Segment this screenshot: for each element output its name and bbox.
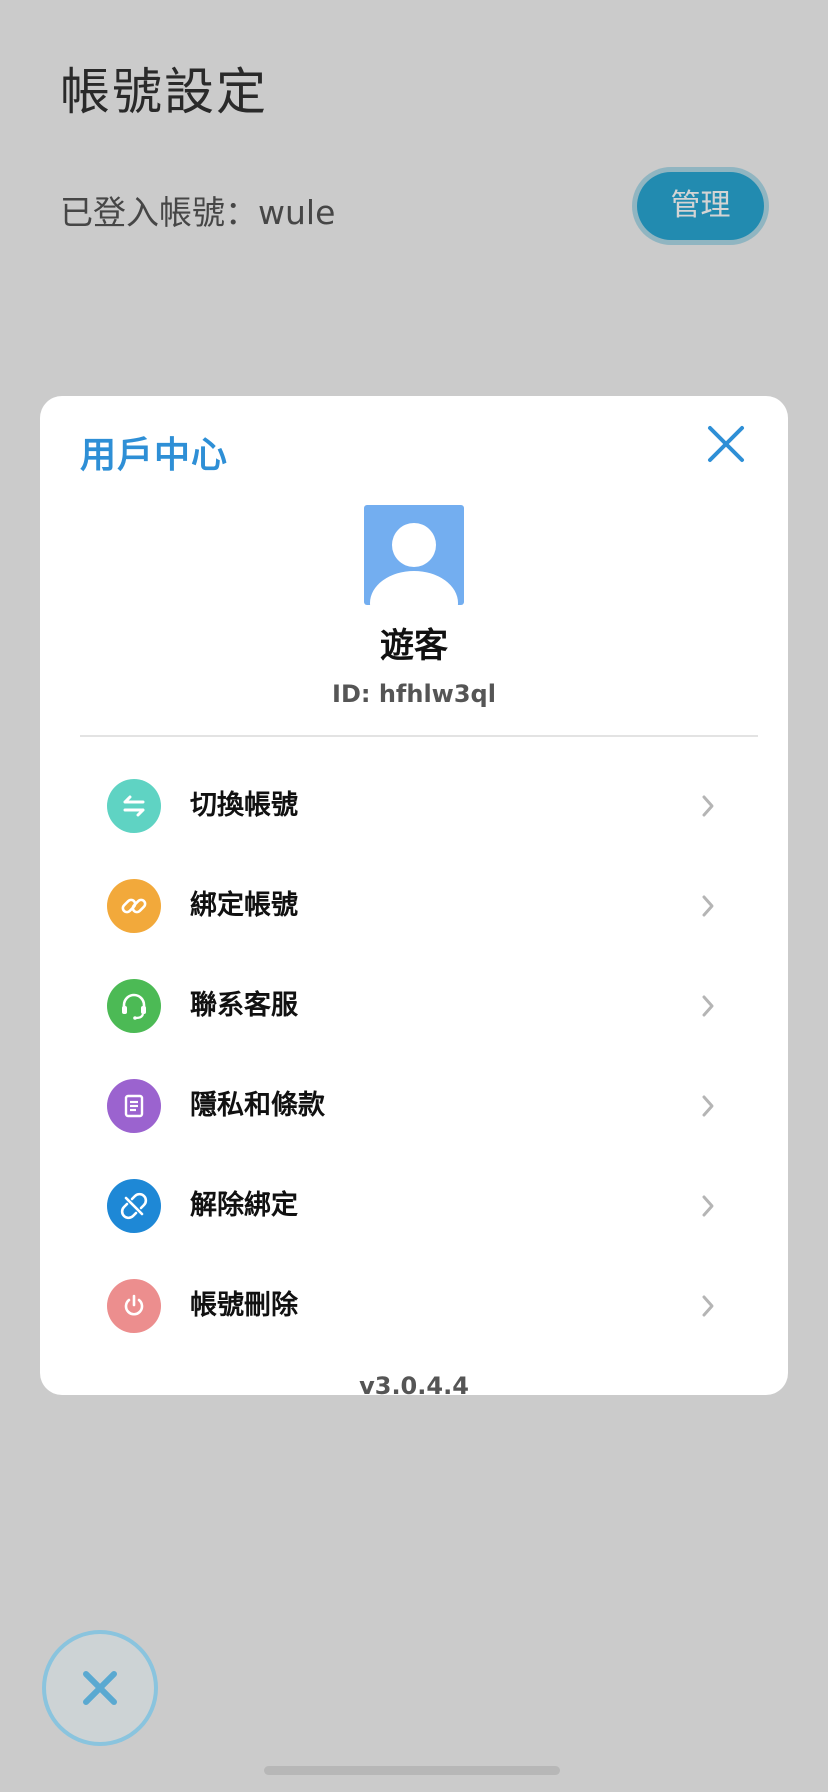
username: 遊客 — [380, 626, 448, 666]
user-center-modal: 用戶中心 遊客 ID: hfhlw3ql 切換帳號 綁定帳號 聯系客服 隱私和條… — [40, 396, 788, 1395]
menu-item-delete-account[interactable]: 帳號刪除 — [40, 1256, 788, 1356]
menu-item-label: 帳號刪除 — [190, 1290, 298, 1321]
chevron-right-icon — [702, 895, 714, 917]
close-icon — [83, 1671, 117, 1705]
avatar — [364, 505, 464, 605]
menu-item-label: 切換帳號 — [190, 790, 298, 821]
close-icon[interactable] — [702, 420, 750, 468]
menu-item-switch-account[interactable]: 切換帳號 — [40, 756, 788, 856]
link-icon — [107, 879, 161, 933]
menu-item-label: 隱私和條款 — [190, 1090, 325, 1121]
menu-list: 切換帳號 綁定帳號 聯系客服 隱私和條款 解除綁定 帳號刪除 — [40, 756, 788, 1356]
switch-arrows-icon — [107, 779, 161, 833]
chevron-right-icon — [702, 1295, 714, 1317]
menu-item-bind-account[interactable]: 綁定帳號 — [40, 856, 788, 956]
user-id: ID: hfhlw3ql — [332, 680, 496, 708]
menu-item-contact-support[interactable]: 聯系客服 — [40, 956, 788, 1056]
document-icon — [107, 1079, 161, 1133]
home-indicator — [264, 1766, 560, 1775]
menu-item-label: 解除綁定 — [190, 1190, 298, 1221]
modal-title: 用戶中心 — [80, 435, 229, 476]
menu-item-privacy-terms[interactable]: 隱私和條款 — [40, 1056, 788, 1156]
divider — [80, 735, 758, 737]
app-version: v3.0.4.4 — [359, 1372, 469, 1395]
headset-icon — [107, 979, 161, 1033]
chevron-right-icon — [702, 795, 714, 817]
chevron-right-icon — [702, 1195, 714, 1217]
chevron-right-icon — [702, 995, 714, 1017]
menu-item-label: 聯系客服 — [190, 990, 298, 1021]
unlink-icon — [107, 1179, 161, 1233]
default-user-icon — [370, 523, 458, 605]
floating-close-button[interactable] — [42, 1630, 158, 1746]
menu-item-unbind[interactable]: 解除綁定 — [40, 1156, 788, 1256]
power-icon — [107, 1279, 161, 1333]
menu-item-label: 綁定帳號 — [190, 890, 298, 921]
chevron-right-icon — [702, 1095, 714, 1117]
